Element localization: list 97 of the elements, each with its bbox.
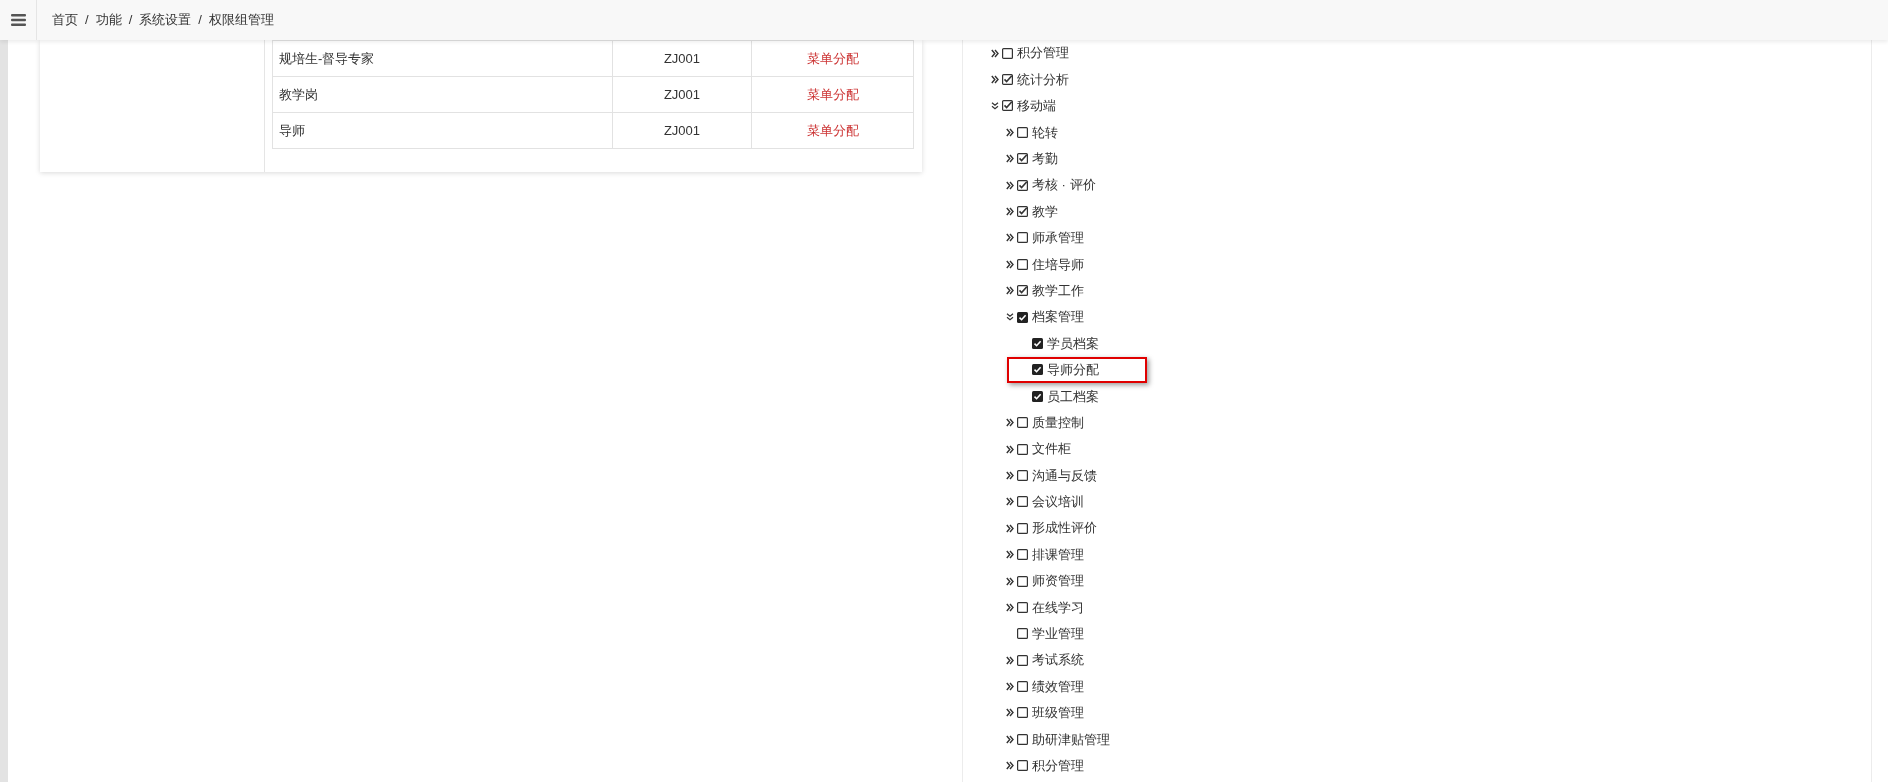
double-chevron-right-icon[interactable] [1006, 444, 1014, 454]
double-chevron-right-icon[interactable] [1006, 259, 1014, 269]
checkbox[interactable] [1032, 364, 1043, 376]
tree-item-label: 员工档案 [1047, 387, 1099, 406]
breadcrumb-separator: / [85, 11, 89, 30]
checkbox[interactable] [1002, 74, 1013, 86]
checkbox[interactable] [1017, 179, 1028, 191]
breadcrumb-link[interactable]: 系统设置 [139, 10, 192, 30]
breadcrumb-link[interactable]: 权限组管理 [208, 10, 274, 30]
double-chevron-down-icon[interactable] [991, 101, 999, 110]
checkbox[interactable] [1017, 601, 1028, 613]
double-chevron-right-icon[interactable] [1006, 734, 1014, 744]
checkbox[interactable] [1017, 153, 1028, 165]
checkbox[interactable] [1017, 206, 1028, 218]
double-chevron-right-icon[interactable] [1006, 550, 1014, 560]
double-chevron-right-icon[interactable] [991, 75, 999, 85]
tree-item-label: 形成性评价 [1032, 519, 1097, 538]
double-chevron-right-icon[interactable] [1006, 418, 1014, 428]
checkbox[interactable] [1017, 628, 1028, 640]
double-chevron-right-icon[interactable] [1006, 682, 1014, 692]
checkbox[interactable] [1017, 285, 1028, 297]
breadcrumb-link[interactable]: 首页 [52, 10, 78, 30]
tree-item-label: 住培导师 [1032, 255, 1084, 274]
tree-item-label: 文件柜 [1032, 440, 1071, 459]
checkbox[interactable] [1017, 443, 1028, 455]
menu-assign-link[interactable]: 菜单分配 [806, 122, 859, 138]
menu-assign-link[interactable]: 菜单分配 [806, 50, 859, 66]
table-cell: 规培生-督导专家 [272, 40, 613, 77]
table-cell: ZJ001 [612, 112, 752, 149]
tree-item-label: 助研津贴管理 [1032, 730, 1110, 749]
tree-item-label: 质量控制 [1032, 413, 1084, 432]
double-chevron-right-icon[interactable] [1006, 207, 1014, 217]
checkbox[interactable] [1017, 575, 1028, 587]
checkbox[interactable] [1017, 760, 1028, 772]
checkbox[interactable] [1017, 232, 1028, 244]
checkbox[interactable] [1017, 258, 1028, 270]
double-chevron-right-icon[interactable] [1006, 655, 1014, 665]
double-chevron-right-icon[interactable] [1006, 286, 1014, 296]
double-chevron-right-icon[interactable] [1006, 127, 1014, 137]
tree-item-label: 积分管理 [1017, 44, 1069, 63]
double-chevron-right-icon[interactable] [1006, 470, 1014, 480]
tree-item-label: 沟通与反馈 [1032, 466, 1097, 485]
tree-item-label: 教学工作 [1032, 281, 1084, 300]
checkbox[interactable] [1017, 733, 1028, 745]
checkbox[interactable] [1017, 496, 1028, 508]
double-chevron-right-icon[interactable] [1006, 761, 1014, 771]
tree-item-label: 学业管理 [1032, 625, 1084, 644]
checkbox[interactable] [1017, 522, 1028, 534]
tree-item-label: 考勤 [1032, 150, 1058, 168]
tree-item-label: 排课管理 [1032, 545, 1084, 564]
tree-item-label: 积分管理 [1032, 757, 1084, 775]
double-chevron-right-icon[interactable] [1006, 576, 1014, 586]
double-chevron-right-icon[interactable] [1006, 708, 1014, 718]
checkbox[interactable] [1017, 469, 1028, 481]
table-cell: ZJ001 [612, 40, 752, 77]
tree-item-label: 统计分析 [1017, 70, 1069, 89]
tree-item-label: 师资管理 [1032, 572, 1084, 591]
tree-item-label: 移动端 [1017, 97, 1056, 116]
menu-icon[interactable] [10, 14, 26, 26]
tree-item-label: 师承管理 [1032, 229, 1084, 248]
breadcrumb-separator: / [128, 11, 133, 30]
tree-item-label: 考试系统 [1032, 651, 1084, 670]
checkbox[interactable] [1017, 311, 1028, 323]
double-chevron-right-icon[interactable] [1006, 154, 1014, 164]
double-chevron-right-icon[interactable] [1006, 602, 1014, 612]
tree-item-label: 轮转 [1032, 123, 1058, 142]
checkbox[interactable] [1017, 549, 1028, 561]
tree-item-label: 在线学习 [1032, 598, 1084, 617]
table-cell: 教学岗 [272, 76, 613, 113]
double-chevron-right-icon[interactable] [991, 48, 999, 58]
checkbox[interactable] [1032, 390, 1043, 402]
tree-item-label: 绩效管理 [1032, 677, 1084, 696]
tree-item-label: 学员档案 [1047, 334, 1099, 353]
checkbox[interactable] [1017, 126, 1028, 138]
double-chevron-right-icon[interactable] [1006, 523, 1014, 533]
checkbox[interactable] [1032, 338, 1043, 349]
tree-item-label: 考核 · 评价 [1032, 176, 1096, 195]
double-chevron-down-icon[interactable] [1006, 313, 1014, 322]
table-cell: 导师 [272, 112, 613, 149]
checkbox[interactable] [1017, 417, 1028, 429]
tree-item-label: 教学 [1032, 202, 1058, 221]
breadcrumb-separator: / [198, 11, 202, 30]
checkbox[interactable] [1002, 100, 1013, 112]
checkbox[interactable] [1017, 707, 1028, 719]
checkbox[interactable] [1002, 47, 1013, 59]
tree-item-label: 班级管理 [1032, 704, 1084, 723]
checkbox[interactable] [1017, 681, 1028, 693]
tree-item-label: 会议培训 [1032, 493, 1084, 512]
breadcrumb-link[interactable]: 功能 [95, 10, 122, 30]
double-chevron-right-icon[interactable] [1006, 180, 1014, 190]
tree-item-label: 档案管理 [1032, 308, 1084, 327]
double-chevron-right-icon[interactable] [1006, 233, 1014, 243]
table-cell: ZJ001 [612, 76, 752, 113]
menu-assign-link[interactable]: 菜单分配 [806, 86, 859, 102]
checkbox[interactable] [1017, 654, 1028, 666]
tree-item-label: 导师分配 [1047, 361, 1099, 380]
double-chevron-right-icon[interactable] [1006, 497, 1014, 507]
